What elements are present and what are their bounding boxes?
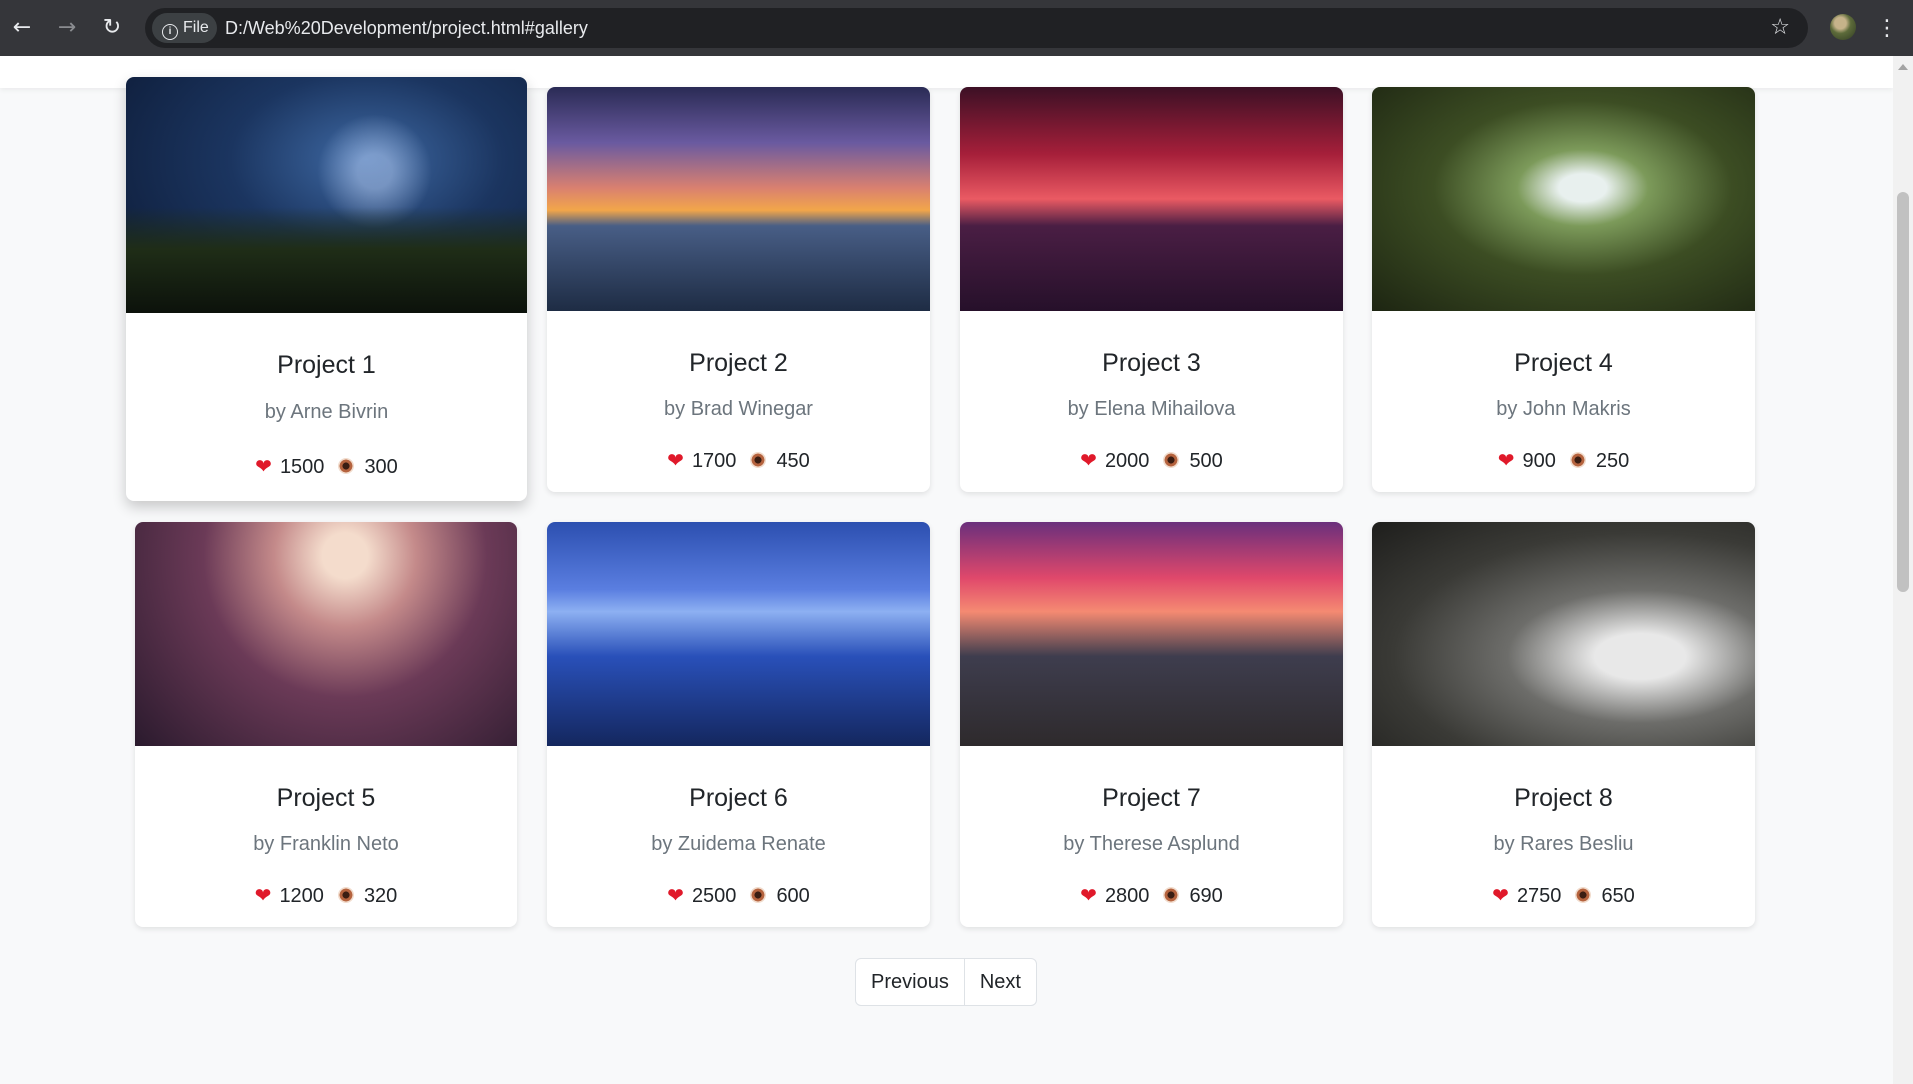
eye-icon [750,887,767,903]
project-6-likes: 2500 [691,885,737,907]
project-1-author: by Arne Bivrin [264,401,389,423]
project-1-title: Project 1 [277,351,376,379]
address-bar[interactable]: i File D:/Web%20Development/project.html#… [145,8,1808,48]
eye-icon [1163,452,1180,468]
forward-icon[interactable]: → [51,12,83,44]
project-7-author: by Therese Asplund [1063,833,1240,855]
scroll-up-arrow-icon[interactable] [1898,64,1908,70]
project-card-8[interactable]: Project 8 by Rares Besliu ❤ 2750 650 [1372,522,1755,927]
browser-toolbar: ← → ↻ i File D:/Web%20Development/project… [0,0,1913,56]
project-3-likes: 2000 [1104,450,1150,472]
project-2-author: by Brad Winegar [664,398,813,420]
eye-icon [1575,887,1592,903]
project-8-image[interactable] [1372,522,1755,746]
project-4-title: Project 4 [1514,349,1613,377]
vertical-scrollbar[interactable] [1893,56,1913,1084]
project-8-title: Project 8 [1514,784,1613,812]
page-viewport: Project 1 by Arne Bivrin ❤ 1500 300 Projec… [0,56,1893,1084]
heart-icon[interactable]: ❤ [255,883,272,907]
project-7-likes: 2800 [1104,885,1150,907]
project-5-likes: 1200 [279,885,324,907]
site-info-chip[interactable]: i File [152,13,217,43]
project-8-likes: 2750 [1516,885,1562,907]
heart-icon[interactable]: ❤ [1080,448,1097,472]
project-2-likes: 1700 [691,450,737,472]
project-7-views: 690 [1189,885,1223,907]
heart-icon[interactable]: ❤ [667,448,684,472]
eye-icon [338,458,355,474]
project-5-views: 320 [363,885,398,907]
project-card-3[interactable]: Project 3 by Elena Mihailova ❤ 2000 500 [960,87,1343,492]
project-card-1[interactable]: Project 1 by Arne Bivrin ❤ 1500 300 [126,77,527,501]
project-8-stats: ❤ 2750 650 [1372,883,1755,908]
project-1-stats: ❤ 1500 300 [126,454,527,479]
url-text[interactable]: D:/Web%20Development/project.html#galler… [225,8,588,48]
project-4-views: 250 [1595,450,1630,472]
project-5-stats: ❤ 1200 320 [135,883,517,908]
project-card-5[interactable]: Project 5 by Franklin Neto ❤ 1200 320 [135,522,517,927]
scrollbar-thumb[interactable] [1897,192,1909,592]
project-6-stats: ❤ 2500 600 [547,883,930,908]
project-6-title: Project 6 [689,784,788,812]
reload-icon[interactable]: ↻ [96,12,128,44]
project-3-image[interactable] [960,87,1343,311]
project-2-stats: ❤ 1700 450 [547,448,930,473]
previous-button[interactable]: Previous [856,959,964,1005]
project-7-title: Project 7 [1102,784,1201,812]
project-3-title: Project 3 [1102,349,1201,377]
project-4-likes: 900 [1522,450,1556,472]
eye-icon [337,887,354,903]
project-6-image[interactable] [547,522,930,746]
heart-icon[interactable]: ❤ [1080,883,1097,907]
project-3-author: by Elena Mihailova [1067,398,1236,420]
heart-icon[interactable]: ❤ [255,454,272,478]
project-5-image[interactable] [135,522,517,746]
project-7-image[interactable] [960,522,1343,746]
project-8-views: 650 [1601,885,1635,907]
project-2-image[interactable] [547,87,930,311]
heart-icon[interactable]: ❤ [1498,448,1515,472]
project-3-views: 500 [1189,450,1223,472]
project-4-author: by John Makris [1496,398,1631,420]
project-card-6[interactable]: Project 6 by Zuidema Renate ❤ 2500 600 [547,522,930,927]
project-1-likes: 1500 [279,456,325,478]
eye-icon [1163,887,1180,903]
heart-icon[interactable]: ❤ [667,883,684,907]
project-5-author: by Franklin Neto [253,833,399,855]
project-7-stats: ❤ 2800 690 [960,883,1343,908]
eye-icon [750,452,767,468]
project-4-stats: ❤ 900 250 [1372,448,1755,473]
project-8-author: by Rares Besliu [1493,833,1634,855]
browser-menu-icon[interactable]: ⋮ [1876,12,1898,44]
project-5-title: Project 5 [276,784,376,812]
profile-avatar[interactable] [1830,14,1856,40]
project-6-author: by Zuidema Renate [651,833,826,855]
project-4-image[interactable] [1372,87,1755,311]
heart-icon[interactable]: ❤ [1492,883,1509,907]
back-icon[interactable]: ← [6,12,38,44]
project-card-4[interactable]: Project 4 by John Makris ❤ 900 250 [1372,87,1755,492]
file-chip-label: File [183,19,209,36]
project-1-views: 300 [364,456,398,478]
project-6-views: 600 [776,885,810,907]
project-2-views: 450 [776,450,810,472]
project-3-stats: ❤ 2000 500 [960,448,1343,473]
project-card-7[interactable]: Project 7 by Therese Asplund ❤ 2800 690 [960,522,1343,927]
project-card-2[interactable]: Project 2 by Brad Winegar ❤ 1700 450 [547,87,930,492]
project-2-title: Project 2 [689,349,788,377]
info-icon: i [162,24,178,40]
pagination: Previous Next [855,958,1037,1006]
project-1-image[interactable] [126,77,527,313]
next-button[interactable]: Next [963,959,1036,1005]
eye-icon [1569,452,1586,468]
bookmark-star-icon[interactable]: ☆ [1770,8,1790,48]
